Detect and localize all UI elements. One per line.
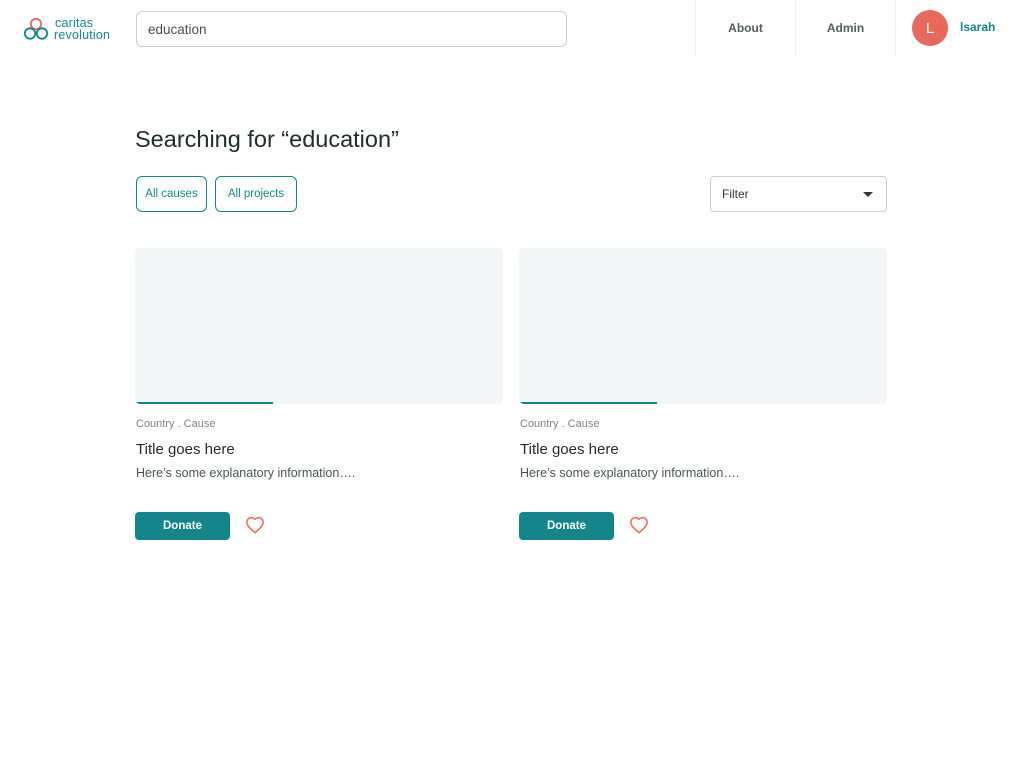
user-name-link[interactable]: lsarah [960, 20, 995, 34]
progress-track [519, 402, 887, 404]
avatar[interactable]: L [912, 10, 948, 46]
heart-icon[interactable] [245, 516, 265, 534]
heart-icon[interactable] [629, 516, 649, 534]
nav-about-label: About [728, 21, 763, 35]
card-description: Here’s some explanatory information…. [520, 466, 740, 480]
brand-logo[interactable]: caritas revolution [23, 17, 110, 41]
card-meta: Country . Cause [520, 418, 600, 430]
search-input[interactable] [136, 11, 567, 47]
card-image[interactable] [135, 248, 503, 404]
progress-fill [519, 402, 657, 404]
card-meta: Country . Cause [136, 418, 216, 430]
caret-down-icon [863, 192, 873, 197]
brand-wordmark: caritas revolution [54, 17, 111, 42]
donate-button[interactable]: Donate [519, 512, 614, 540]
filter-all-causes-button[interactable]: All causes [136, 176, 207, 212]
avatar-initial: L [925, 19, 935, 37]
page: caritas revolution About Admin L lsarah … [0, 0, 1024, 768]
progress-track [135, 402, 503, 404]
brand-line-2: revolution [54, 28, 111, 42]
filter-select[interactable]: Filter [710, 176, 887, 212]
top-bar: caritas revolution About Admin L lsarah [0, 0, 1024, 56]
nav-admin[interactable]: Admin [795, 0, 895, 56]
filter-select-value: Filter [722, 187, 749, 201]
card-description: Here’s some explanatory information…. [136, 466, 356, 480]
nav-about[interactable]: About [695, 0, 795, 56]
card-image[interactable] [519, 248, 887, 404]
card-title[interactable]: Title goes here [520, 441, 619, 458]
page-title: Searching for “education” [135, 126, 399, 152]
project-card: Country . Cause Title goes here Here’s s… [519, 248, 887, 548]
donate-button[interactable]: Donate [135, 512, 230, 540]
card-title[interactable]: Title goes here [136, 441, 235, 458]
logo-mark-icon [23, 17, 49, 40]
project-card: Country . Cause Title goes here Here’s s… [135, 248, 503, 548]
progress-fill [135, 402, 273, 404]
filter-all-projects-button[interactable]: All projects [215, 176, 297, 212]
nav-admin-label: Admin [826, 21, 865, 35]
